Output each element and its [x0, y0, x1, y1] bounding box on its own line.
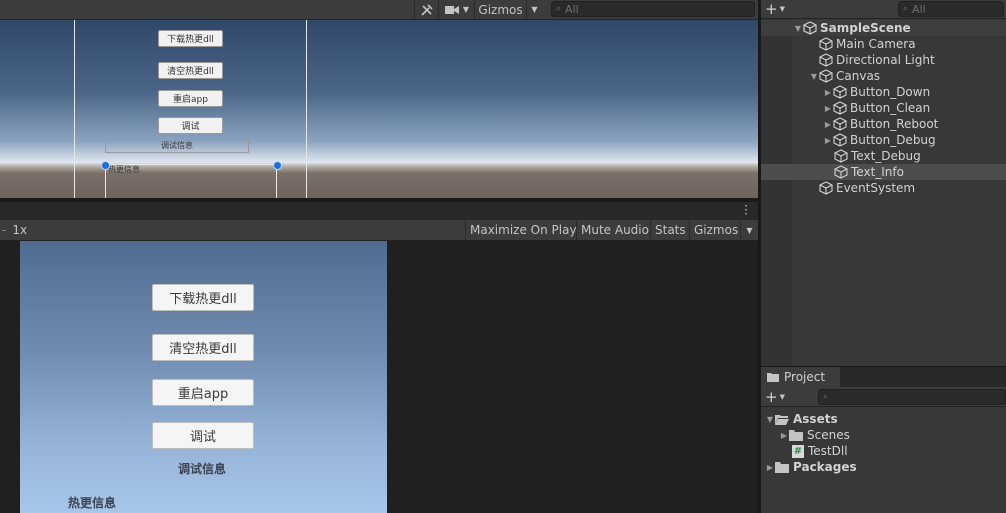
gameobject-cube-icon — [833, 101, 847, 115]
folder-icon — [789, 429, 803, 441]
plus-icon: + — [765, 0, 778, 18]
gizmos-button[interactable]: Gizmos — [474, 0, 526, 19]
create-dropdown[interactable]: + ▼ — [765, 0, 785, 18]
hierarchy-item-button-clean[interactable]: ▶ Button_Clean — [761, 100, 1006, 116]
scale-label: 1x — [12, 223, 28, 237]
game-button-clean[interactable]: 清空热更dll — [152, 334, 254, 361]
game-button-down[interactable]: 下载热更dll — [152, 284, 254, 311]
gameobject-cube-icon — [834, 149, 848, 163]
hierarchy-item-canvas[interactable]: ▼ Canvas — [761, 68, 1006, 84]
maximize-on-play-button[interactable]: Maximize On Play — [465, 220, 581, 240]
scene-button-clean[interactable]: 清空热更dll — [158, 62, 223, 79]
unity-scene-icon — [803, 21, 817, 35]
scene-button-debug[interactable]: 调试 — [158, 117, 223, 134]
game-button-debug[interactable]: 调试 — [152, 422, 254, 449]
hierarchy-item-main-camera[interactable]: Main Camera — [761, 36, 1006, 52]
scene-text-info[interactable]: 热更信息 — [108, 164, 140, 175]
hierarchy-item-text-debug[interactable]: Text_Debug — [761, 148, 1006, 164]
scene-toolbar: ▼ Gizmos ▼ ⌕ All — [0, 0, 758, 20]
game-toolbar: - 1x Maximize On Play Mute Audio Stats G… — [0, 220, 758, 241]
scene-button-reboot[interactable]: 重启app — [158, 90, 223, 107]
hierarchy-item-directional-light[interactable]: Directional Light — [761, 52, 1006, 68]
gameobject-cube-icon — [834, 165, 848, 179]
expand-arrow-icon[interactable]: ▼ — [809, 72, 819, 81]
tools-icon[interactable] — [414, 0, 438, 19]
project-tab-bar: Project — [761, 367, 1006, 387]
gameobject-cube-icon — [833, 117, 847, 131]
chevron-down-icon: ▼ — [779, 392, 785, 401]
mute-audio-button[interactable]: Mute Audio — [576, 220, 653, 240]
gameobject-cube-icon — [833, 133, 847, 147]
game-button-reboot[interactable]: 重启app — [152, 379, 254, 406]
horizontal-splitter[interactable] — [0, 198, 758, 202]
project-create-dropdown[interactable]: + ▼ — [765, 387, 785, 406]
search-icon: ⌕ — [556, 4, 562, 14]
hierarchy-item-button-down[interactable]: ▶ Button_Down — [761, 84, 1006, 100]
project-panel: ▼ Assets ▶ Scenes # TestDll ▶ Packages — [761, 407, 1006, 513]
rect-handle-right[interactable] — [273, 161, 282, 170]
gameobject-cube-icon — [819, 69, 833, 83]
project-toolbar: + ▼ ⌕ — [761, 387, 1006, 407]
hierarchy-search-placeholder: All — [912, 2, 926, 16]
hierarchy-item-eventsystem[interactable]: EventSystem — [761, 180, 1006, 196]
project-search-input[interactable]: ⌕ — [818, 389, 1006, 405]
hierarchy-item-button-debug[interactable]: ▶ Button_Debug — [761, 132, 1006, 148]
tab-project[interactable]: Project — [761, 367, 840, 387]
csharp-script-icon: # — [792, 444, 804, 458]
collapse-arrow-icon[interactable]: ▶ — [765, 463, 775, 472]
collapse-arrow-icon[interactable]: ▶ — [823, 120, 833, 129]
game-canvas[interactable]: 下载热更dll 清空热更dll 重启app 调试 调试信息 热更信息 — [20, 241, 387, 513]
hierarchy-panel: ▼ SampleScene Main Camera Directional Li… — [761, 19, 1006, 366]
canvas-bound-right — [306, 20, 307, 198]
scene-search-placeholder: All — [565, 2, 579, 16]
hierarchy-item-button-reboot[interactable]: ▶ Button_Reboot — [761, 116, 1006, 132]
canvas-bound-left — [74, 20, 75, 198]
scene-search-input[interactable]: ⌕ All — [551, 1, 755, 17]
game-tab-bar: · · · — [0, 200, 758, 220]
scene-button-down[interactable]: 下载热更dll — [158, 30, 223, 47]
scene-viewport[interactable]: 下载热更dll 清空热更dll 重启app 调试 调试信息 热更信息 — [0, 20, 758, 198]
stats-button[interactable]: Stats — [650, 220, 690, 240]
search-icon: ⌕ — [823, 392, 829, 402]
project-item-packages[interactable]: ▶ Packages — [765, 459, 857, 475]
expand-arrow-icon[interactable]: ▼ — [765, 415, 775, 424]
gizmos-dropdown[interactable]: ▼ — [526, 0, 542, 19]
gizmos-label: Gizmos — [478, 2, 523, 17]
hierarchy-item-text-info[interactable]: Text_Info — [761, 164, 1006, 180]
plus-icon: + — [765, 387, 778, 406]
game-text-info: 热更信息 — [68, 496, 117, 510]
search-icon: ⌕ — [903, 4, 909, 14]
hierarchy-search-input[interactable]: ⌕ All — [898, 1, 1004, 17]
scale-slider[interactable]: - 1x — [0, 220, 27, 240]
project-item-assets[interactable]: ▼ Assets — [765, 411, 838, 427]
folder-open-icon — [775, 414, 789, 425]
project-item-testdll[interactable]: # TestDll — [792, 443, 848, 459]
expand-arrow-icon[interactable]: ▼ — [793, 24, 803, 33]
camera-icon[interactable]: ▼ — [438, 0, 474, 19]
folder-icon — [775, 461, 789, 473]
collapse-arrow-icon[interactable]: ▶ — [823, 136, 833, 145]
game-gizmos-button[interactable]: Gizmos — [689, 220, 742, 240]
gameobject-cube-icon — [819, 181, 833, 195]
more-options-icon[interactable]: · · · — [744, 200, 748, 220]
game-text-debug: 调试信息 — [178, 462, 227, 476]
gameobject-cube-icon — [833, 85, 847, 99]
game-gizmos-dropdown[interactable]: ▼ — [740, 220, 758, 240]
gameobject-cube-icon — [819, 37, 833, 51]
collapse-arrow-icon[interactable]: ▶ — [823, 88, 833, 97]
hierarchy-toolbar: + ▼ ⌕ All — [761, 0, 1006, 19]
scene-text-debug[interactable]: 调试信息 — [105, 139, 249, 153]
gameobject-cube-icon — [819, 53, 833, 67]
collapse-arrow-icon[interactable]: ▶ — [779, 431, 789, 440]
chevron-down-icon: ▼ — [779, 5, 785, 13]
project-item-scenes[interactable]: ▶ Scenes — [779, 427, 850, 443]
rect-handle-left[interactable] — [101, 161, 110, 170]
folder-icon — [767, 373, 779, 382]
hierarchy-item-samplescene[interactable]: ▼ SampleScene — [761, 20, 1006, 36]
collapse-arrow-icon[interactable]: ▶ — [823, 104, 833, 113]
